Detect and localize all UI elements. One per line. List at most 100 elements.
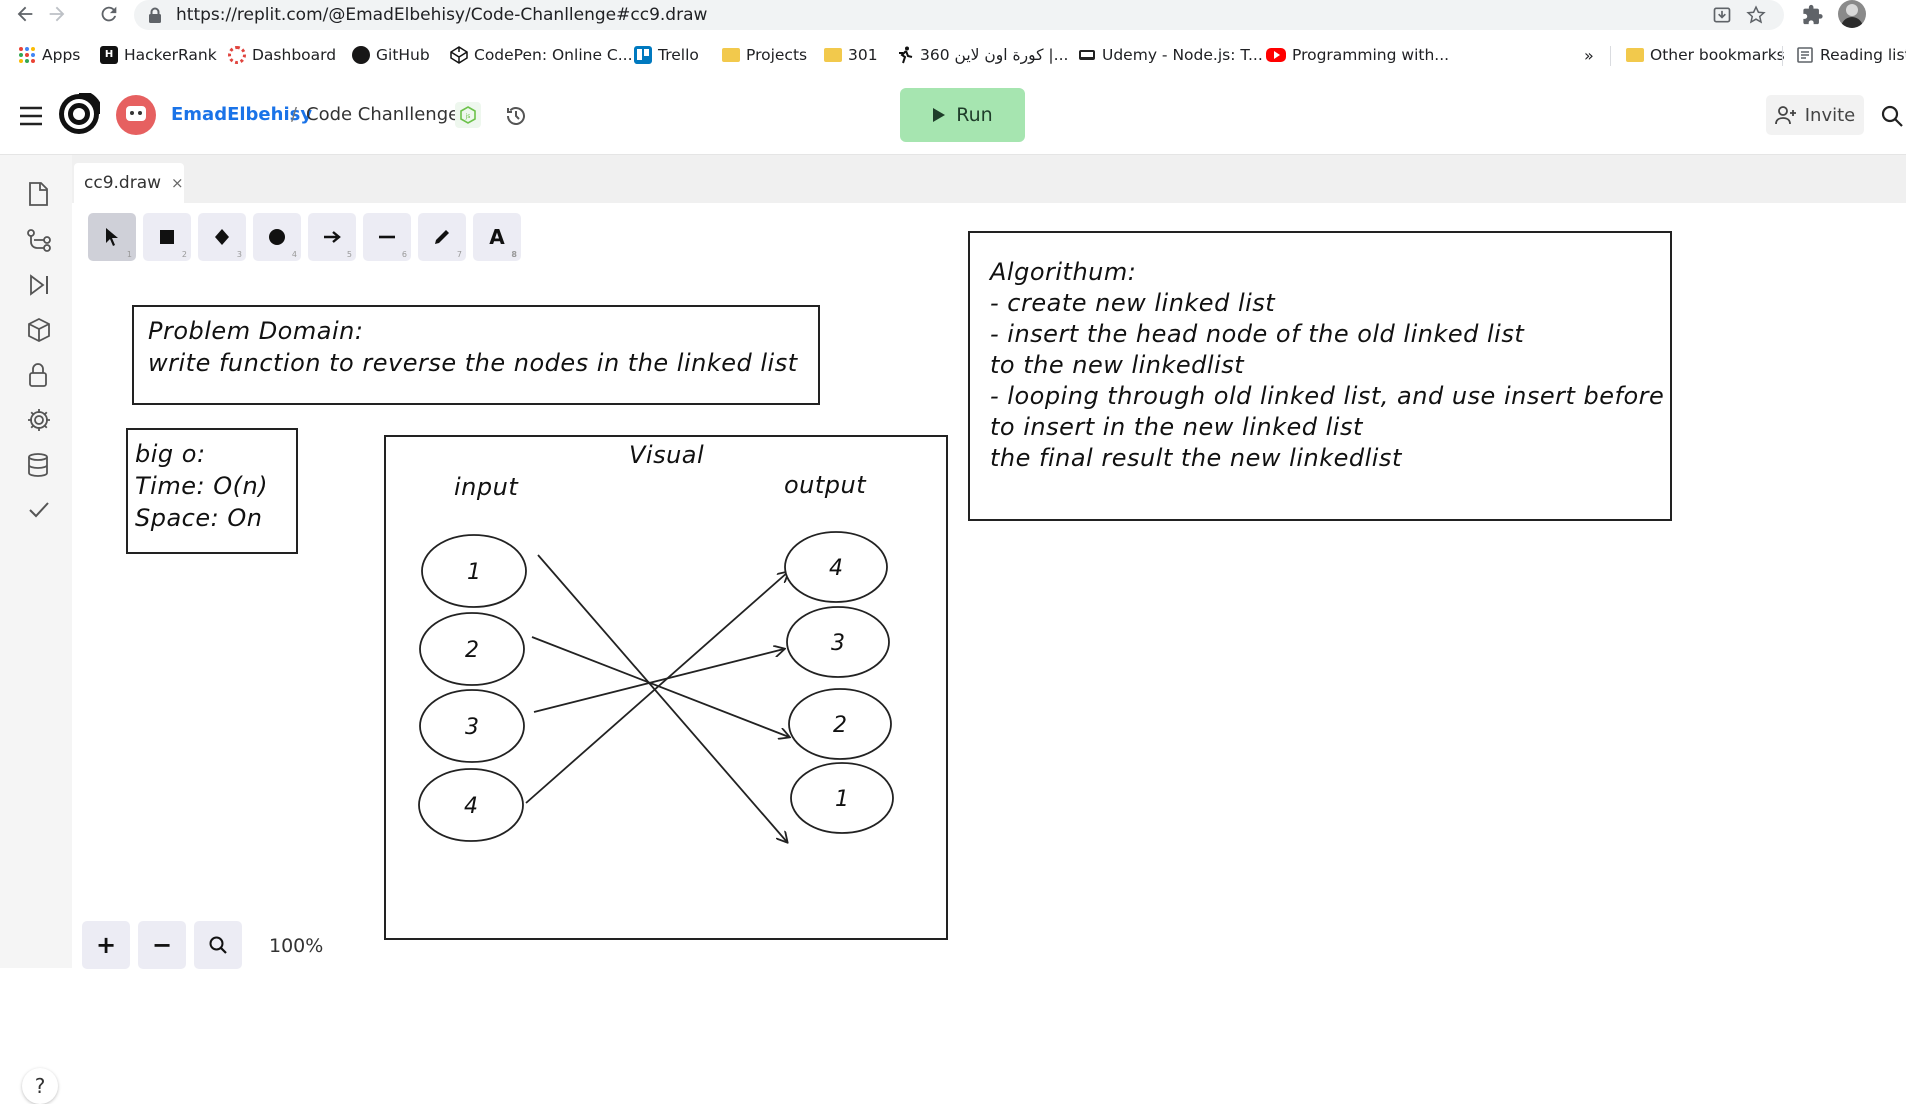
forward-arrow-icon[interactable]: [46, 3, 68, 25]
visual-box[interactable]: Visual input output 1 2 3 4 4 3 2 1: [384, 435, 948, 940]
cursor-arrow-icon: [104, 227, 120, 247]
bookmark-codepen[interactable]: CodePen: Online C...: [450, 44, 633, 66]
input-node-label: 3: [465, 715, 479, 740]
algorithm-step: to the new linkedlist: [990, 351, 1245, 379]
dashboard-icon: [228, 46, 246, 64]
bookmarks-overflow[interactable]: »: [1584, 44, 1594, 66]
address-bar[interactable]: https://replit.com/@EmadElbehisy/Code-Ch…: [134, 0, 1784, 30]
output-node-label: 1: [835, 787, 849, 812]
big-o-box[interactable]: big o: Time: O(n) Space: On: [126, 428, 298, 554]
folder-icon: [824, 48, 842, 62]
bookmark-udemy[interactable]: Udemy - Node.js: T...: [1078, 44, 1263, 66]
algorithm-step: - insert the head node of the old linked…: [990, 320, 1525, 348]
tool-draw[interactable]: 7: [418, 213, 466, 261]
output-node-label: 4: [829, 556, 843, 581]
replit-logo-icon[interactable]: [58, 93, 100, 135]
plus-icon: +: [95, 931, 117, 959]
codepen-icon: [450, 46, 468, 64]
arrow-right-icon: [323, 231, 341, 243]
zoom-out-button[interactable]: −: [138, 921, 186, 969]
algorithm-step: - create new linked list: [990, 289, 1276, 317]
reload-icon[interactable]: [98, 3, 120, 25]
debugger-icon[interactable]: [26, 272, 52, 298]
tab-filename: cc9.draw: [84, 173, 162, 193]
problem-domain-box[interactable]: Problem Domain: write function to revers…: [132, 305, 820, 405]
youtube-icon: [1266, 48, 1286, 62]
reset-zoom-button[interactable]: [194, 921, 242, 969]
search-icon[interactable]: [1880, 104, 1904, 128]
invite-label: Invite: [1804, 104, 1856, 126]
runner-icon: [896, 46, 914, 64]
zoom-in-button[interactable]: +: [82, 921, 130, 969]
run-button[interactable]: Run: [900, 88, 1025, 142]
secrets-lock-icon[interactable]: [26, 362, 52, 388]
bookmark-github[interactable]: GitHub: [352, 44, 430, 66]
add-user-icon: [1774, 105, 1797, 125]
settings-gear-icon[interactable]: [26, 407, 52, 433]
repl-title[interactable]: Code Chanllenge: [306, 104, 459, 125]
tab-cc9-draw[interactable]: cc9.draw ×: [74, 163, 184, 203]
editor-tab-bar: cc9.draw ×: [72, 155, 1906, 203]
database-icon[interactable]: [26, 452, 52, 478]
tool-rectangle[interactable]: 2: [143, 213, 191, 261]
zoom-level: 100%: [269, 935, 324, 957]
install-app-icon[interactable]: [1712, 5, 1732, 25]
bookmark-koora[interactable]: 360 كورة اون لاين |...: [896, 44, 1068, 66]
algorithm-step: the final result the new linkedlist: [990, 444, 1402, 472]
packages-cube-icon[interactable]: [26, 317, 52, 343]
tool-diamond[interactable]: 3: [198, 213, 246, 261]
zoom-reset-icon: [208, 935, 228, 955]
arrow-node2-to-output: [531, 636, 789, 737]
algorithm-step: - looping through old linked list, and u…: [990, 382, 1665, 410]
tool-line[interactable]: 6: [363, 213, 411, 261]
tool-text[interactable]: A 8: [473, 213, 521, 261]
lock-icon: [148, 7, 162, 23]
invite-button[interactable]: Invite: [1766, 95, 1864, 135]
algorithm-box[interactable]: Algorithum: - create new linked list - i…: [968, 231, 1672, 521]
zoom-controls: + − 100%: [82, 913, 323, 969]
reading-list-icon: [1796, 46, 1814, 64]
tool-arrow[interactable]: 5: [308, 213, 356, 261]
url-text[interactable]: https://replit.com/@EmadElbehisy/Code-Ch…: [176, 5, 707, 25]
bookmark-star-icon[interactable]: [1746, 5, 1766, 25]
bookmark-other[interactable]: Other bookmarks: [1626, 44, 1785, 66]
folder-icon: [1626, 48, 1644, 62]
bookmark-trello[interactable]: Trello: [634, 44, 699, 66]
left-sidebar: ?: [0, 155, 72, 1104]
apps-grid-icon: [18, 46, 36, 64]
tool-ellipse[interactable]: 4: [253, 213, 301, 261]
play-icon: [932, 107, 946, 123]
arrow-node4-to-output: [525, 572, 788, 804]
bookmark-projects[interactable]: Projects: [722, 44, 807, 66]
bookmark-hackerrank[interactable]: H HackerRank: [100, 44, 217, 66]
hamburger-menu-icon[interactable]: [18, 105, 44, 127]
bookmark-dashboard[interactable]: Dashboard: [228, 44, 336, 66]
algorithm-heading: Algorithum:: [990, 258, 1137, 286]
bookmark-programming[interactable]: Programming with...: [1266, 44, 1449, 66]
history-icon[interactable]: [504, 104, 528, 128]
user-avatar[interactable]: [116, 95, 156, 135]
version-control-icon[interactable]: [26, 227, 52, 253]
drawing-canvas[interactable]: 1 2 3 4 5 6 7 A 8 Problem Domain: write …: [72, 203, 1906, 969]
line-icon: [378, 235, 396, 239]
tab-close-icon[interactable]: ×: [171, 174, 184, 192]
output-node-label: 3: [831, 631, 845, 656]
help-button[interactable]: ?: [22, 1068, 58, 1104]
files-icon[interactable]: [26, 181, 52, 207]
folder-icon: [722, 48, 740, 62]
bookmark-apps[interactable]: Apps: [18, 44, 80, 66]
back-arrow-icon[interactable]: [14, 3, 36, 25]
unit-tests-check-icon[interactable]: [26, 497, 52, 523]
bookmarks-divider: [1782, 46, 1783, 66]
problem-domain-text: write function to reverse the nodes in t…: [148, 349, 798, 377]
profile-avatar[interactable]: [1838, 0, 1866, 28]
nodejs-language-icon[interactable]: js: [455, 102, 481, 128]
tool-select[interactable]: 1: [88, 213, 136, 261]
rectangle-icon: [159, 229, 175, 245]
extensions-puzzle-icon[interactable]: [1802, 4, 1824, 26]
svg-text:js: js: [465, 113, 471, 120]
reversal-diagram: 1 2 3 4 4 3 2 1: [418, 531, 894, 937]
bookmark-301[interactable]: 301: [824, 44, 878, 66]
minus-icon: −: [151, 931, 173, 959]
reading-list[interactable]: Reading list: [1796, 44, 1906, 66]
